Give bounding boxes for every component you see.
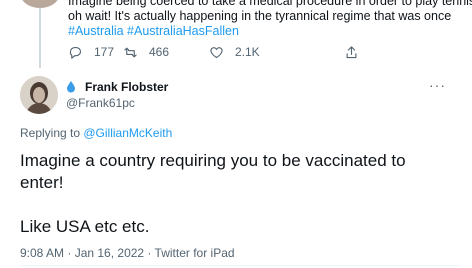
- parent-tweet[interactable]: Imagine being coerced to take a medical …: [0, 0, 472, 68]
- author-name[interactable]: Frank Flobster: [85, 80, 168, 94]
- retweet-count: 466: [149, 45, 170, 59]
- reply-count: 177: [94, 45, 115, 59]
- water-drop-icon: [67, 81, 75, 93]
- replying-to-mention[interactable]: @GillianMcKeith: [83, 126, 172, 140]
- retweet-button[interactable]: 466: [123, 45, 198, 60]
- reply-icon: [69, 46, 82, 59]
- parent-avatar[interactable]: [20, 0, 60, 8]
- tweet-text: Imagine a country requiring you to be va…: [20, 150, 460, 238]
- retweet-icon: [124, 47, 137, 57]
- like-button[interactable]: 2.1K: [209, 45, 344, 60]
- tweet-text-line2: enter!: [20, 173, 64, 192]
- tweet-text-line3: Like USA etc etc.: [20, 217, 150, 236]
- share-button[interactable]: [344, 45, 370, 60]
- parent-tweet-text: Imagine being coerced to take a medical …: [68, 0, 472, 39]
- more-icon[interactable]: ···: [429, 77, 446, 93]
- parent-text-line2: oh wait! It's actually happening in the …: [68, 9, 452, 23]
- author-name-row[interactable]: Frank Flobster: [66, 80, 168, 94]
- parent-hashtags[interactable]: #Australia #AustraliaHasFallen: [68, 24, 468, 39]
- heart-icon: [210, 46, 223, 58]
- parent-action-bar: 177 466 2.1K: [68, 44, 370, 60]
- parent-text-line1: Imagine being coerced to take a medical …: [68, 0, 472, 8]
- replying-prefix: Replying to: [20, 126, 84, 140]
- author-handle[interactable]: @Frank61pc: [66, 96, 135, 110]
- focused-tweet: Frank Flobster @Frank61pc ··· Replying t…: [0, 68, 472, 268]
- thread-line: [39, 0, 41, 68]
- divider: [20, 265, 460, 266]
- replying-to: Replying to @GillianMcKeith: [20, 126, 172, 140]
- tweet-timestamp[interactable]: 9:08 AM · Jan 16, 2022 · Twitter for iPa…: [20, 246, 235, 260]
- reply-button[interactable]: 177: [68, 45, 123, 60]
- like-count: 2.1K: [235, 45, 260, 59]
- tweet-text-line1: Imagine a country requiring you to be va…: [20, 151, 406, 170]
- avatar-photo: [20, 76, 58, 114]
- avatar[interactable]: [20, 76, 58, 114]
- share-icon: [346, 45, 357, 58]
